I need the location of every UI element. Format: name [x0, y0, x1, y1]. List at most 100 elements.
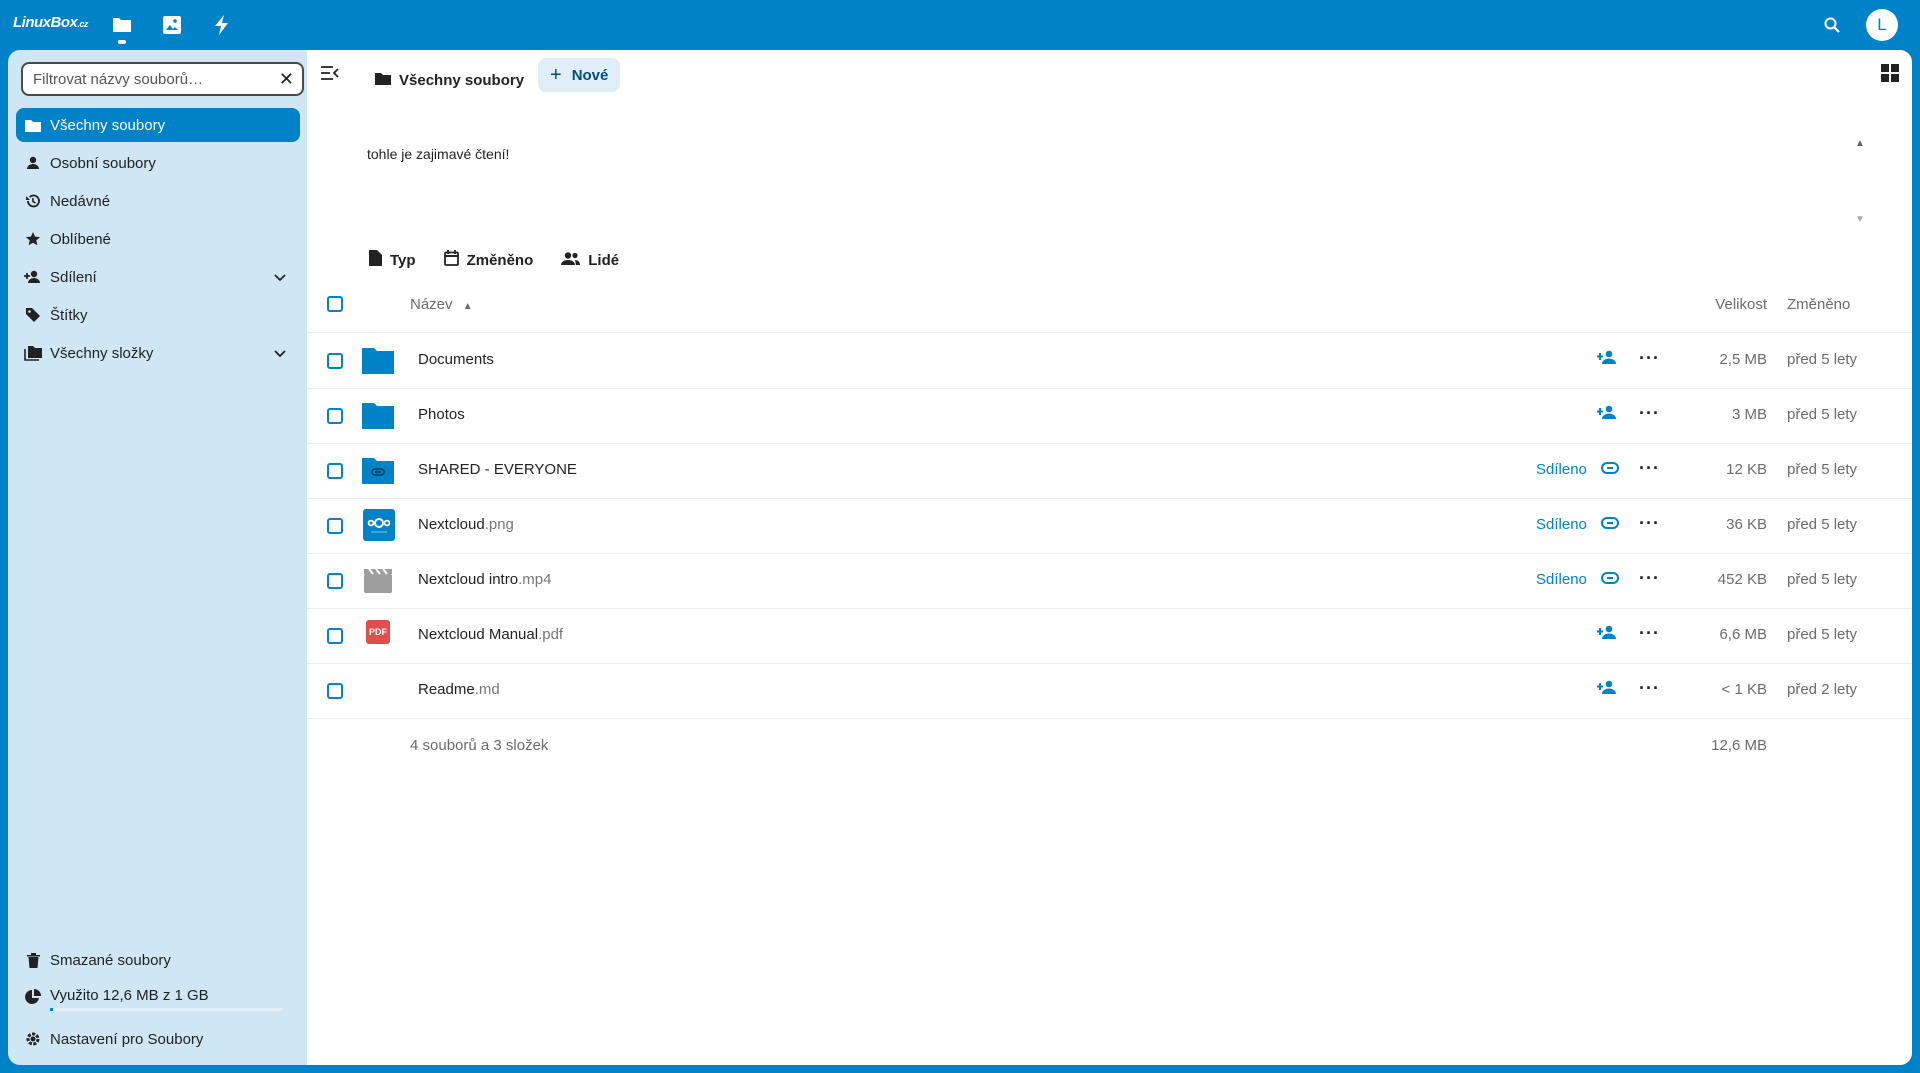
- new-button[interactable]: + Nové: [538, 58, 621, 92]
- scroll-up-icon[interactable]: ▲: [1855, 138, 1865, 149]
- logo-main: LinuxBox: [13, 14, 78, 31]
- more-actions-icon[interactable]: ···: [1639, 403, 1660, 424]
- nextcloud-image-icon: [363, 509, 395, 541]
- sidebar-item-label: Oblíbené: [50, 230, 111, 248]
- file-name[interactable]: Nextcloud Manual.pdf: [418, 626, 563, 643]
- share-add-person-icon[interactable]: [1597, 350, 1617, 369]
- file-modified: před 5 lety: [1787, 571, 1858, 588]
- search-icon[interactable]: [1820, 13, 1844, 37]
- select-all-checkbox[interactable]: [327, 296, 343, 312]
- person-icon: [16, 156, 50, 170]
- sort-ascending-icon: ▲: [462, 301, 473, 312]
- filter-type-button[interactable]: Typ: [369, 250, 416, 270]
- sidebar-item-label: Sdílení: [50, 268, 97, 286]
- sidebar-item-label: Smazané soubory: [50, 951, 171, 969]
- video-clapper-icon: [362, 566, 394, 594]
- table-row[interactable]: SHARED - EVERYONE Sdíleno ··· 12 KB před…: [307, 443, 1912, 499]
- toggle-navigation-icon[interactable]: [321, 66, 339, 85]
- sidebar-item-sharing[interactable]: Sdílení: [16, 260, 300, 294]
- file-modified: před 5 lety: [1787, 351, 1858, 368]
- grid-view-icon[interactable]: [1881, 64, 1899, 87]
- table-row[interactable]: Nextcloud.png Sdíleno ··· 36 KB před 5 l…: [307, 498, 1912, 554]
- sidebar-item-label: Nastavení pro Soubory: [50, 1030, 204, 1048]
- file-name[interactable]: Documents: [418, 351, 494, 368]
- link-icon[interactable]: [1601, 516, 1619, 534]
- sidebar-item-trash[interactable]: Smazané soubory: [16, 943, 300, 977]
- close-icon[interactable]: ✕: [279, 69, 294, 90]
- folder-description[interactable]: tohle je zajimavé čtení!: [367, 146, 509, 162]
- more-actions-icon[interactable]: ···: [1639, 623, 1660, 644]
- folder-icon: [362, 401, 394, 429]
- calendar-icon: [443, 250, 459, 270]
- sidebar-item-settings[interactable]: Nastavení pro Soubory: [16, 1022, 300, 1056]
- row-checkbox[interactable]: [327, 408, 343, 424]
- column-name-header[interactable]: Název ▲: [410, 296, 473, 313]
- share-add-person-icon[interactable]: [1597, 405, 1617, 424]
- pie-chart-icon: [16, 989, 50, 1005]
- column-size-header[interactable]: Velikost: [1715, 296, 1767, 313]
- text-file-icon: [362, 675, 394, 704]
- logo-tld: .cz: [77, 19, 88, 29]
- row-checkbox[interactable]: [327, 518, 343, 534]
- link-icon[interactable]: [1601, 571, 1619, 589]
- filter-filenames-input[interactable]: [31, 70, 265, 89]
- filter-label: Změněno: [466, 251, 534, 269]
- share-add-person-icon[interactable]: [1597, 625, 1617, 644]
- sidebar-item-all-folders[interactable]: Všechny složky: [16, 336, 300, 370]
- share-add-person-icon[interactable]: [1597, 680, 1617, 699]
- breadcrumb[interactable]: Všechny soubory: [375, 64, 524, 96]
- folder-icon: [16, 119, 50, 132]
- breadcrumb-current: Všechny soubory: [399, 71, 525, 89]
- filter-input-wrapper[interactable]: ✕: [21, 62, 304, 96]
- column-modified-header[interactable]: Změněno: [1787, 296, 1850, 313]
- file-modified: před 2 lety: [1787, 681, 1858, 698]
- sidebar-item-all-files[interactable]: Všechny soubory: [16, 108, 300, 142]
- more-actions-icon[interactable]: ···: [1639, 568, 1660, 589]
- user-avatar[interactable]: L: [1866, 9, 1898, 41]
- app-activity-lightning-icon[interactable]: [210, 13, 234, 37]
- row-checkbox[interactable]: [327, 683, 343, 699]
- file-name[interactable]: Nextcloud.png: [418, 516, 514, 533]
- file-modified: před 5 lety: [1787, 516, 1858, 533]
- link-icon[interactable]: [1601, 461, 1619, 479]
- more-actions-icon[interactable]: ···: [1639, 348, 1660, 369]
- shared-label[interactable]: Sdíleno: [1536, 571, 1587, 588]
- chevron-down-icon[interactable]: [274, 269, 286, 286]
- sidebar-item-recent[interactable]: Nedávné: [16, 184, 300, 218]
- file-size: 12 KB: [1726, 461, 1767, 478]
- file-name[interactable]: Nextcloud intro.mp4: [418, 571, 551, 588]
- plus-icon: +: [550, 63, 562, 86]
- row-checkbox[interactable]: [327, 573, 343, 589]
- sidebar-item-personal-files[interactable]: Osobní soubory: [16, 146, 300, 180]
- app-photos-image-icon[interactable]: [160, 13, 184, 37]
- app-files-folder-icon[interactable]: [110, 13, 134, 37]
- file-name[interactable]: Readme.md: [418, 681, 500, 698]
- folder-link-icon: [362, 456, 394, 484]
- sidebar: ✕ Všechny soubory Osobní soubory Nedávné…: [8, 50, 307, 1065]
- row-checkbox[interactable]: [327, 463, 343, 479]
- scroll-down-icon[interactable]: ▼: [1855, 214, 1865, 225]
- file-name[interactable]: SHARED - EVERYONE: [418, 461, 577, 478]
- row-checkbox[interactable]: [327, 628, 343, 644]
- quota-progress-bar: [50, 1008, 283, 1011]
- filter-label: Typ: [390, 251, 416, 269]
- sidebar-item-favorites[interactable]: Oblíbené: [16, 222, 300, 256]
- table-row[interactable]: Readme.md ··· < 1 KB před 2 lety: [307, 663, 1912, 719]
- chevron-down-icon[interactable]: [274, 345, 286, 362]
- more-actions-icon[interactable]: ···: [1639, 678, 1660, 699]
- table-row[interactable]: Nextcloud intro.mp4 Sdíleno ··· 452 KB p…: [307, 553, 1912, 609]
- sidebar-item-tags[interactable]: Štítky: [16, 298, 300, 332]
- logo[interactable]: LinuxBox.cz: [13, 14, 88, 31]
- more-actions-icon[interactable]: ···: [1639, 458, 1660, 479]
- file-name[interactable]: Photos: [418, 406, 465, 423]
- filter-people-button[interactable]: Lidé: [561, 250, 619, 270]
- table-row[interactable]: Photos ··· 3 MB před 5 lety: [307, 388, 1912, 444]
- table-row[interactable]: PDF Nextcloud Manual.pdf ··· 6,6 MB před…: [307, 608, 1912, 664]
- shared-label[interactable]: Sdíleno: [1536, 516, 1587, 533]
- row-checkbox[interactable]: [327, 353, 343, 369]
- more-actions-icon[interactable]: ···: [1639, 513, 1660, 534]
- shared-label[interactable]: Sdíleno: [1536, 461, 1587, 478]
- new-button-label: Nové: [571, 66, 609, 84]
- filter-modified-button[interactable]: Změněno: [443, 250, 534, 270]
- table-row[interactable]: Documents ··· 2,5 MB před 5 lety: [307, 333, 1912, 389]
